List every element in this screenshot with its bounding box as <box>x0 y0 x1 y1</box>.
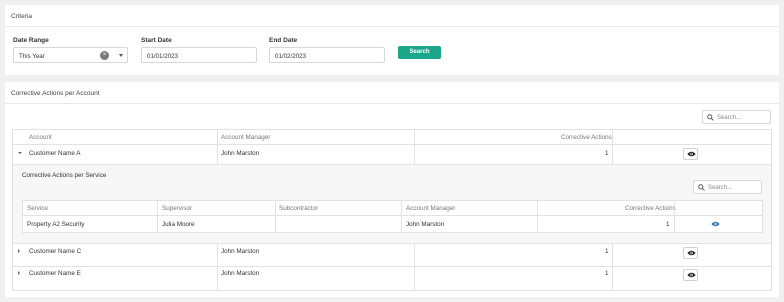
view-button[interactable] <box>683 247 698 259</box>
end-date-input[interactable]: 01/02/2023 <box>269 47 385 63</box>
caret-right-icon[interactable] <box>18 271 20 275</box>
service-account-manager: John Marston <box>406 221 445 228</box>
criteria-title: Criteria <box>11 13 32 20</box>
col-header-corrective-actions: Corrective Actions <box>561 134 612 141</box>
col-header-account-manager: Account Manager <box>406 205 456 212</box>
row-account-manager: John Marston <box>221 270 260 277</box>
start-date-value: 01/01/2023 <box>147 53 178 60</box>
col-header-service: Service <box>27 205 48 212</box>
start-date-label: Start Date <box>141 37 172 44</box>
services-table: Service Supervisor Subcontractor Account… <box>22 200 763 233</box>
caret-down-icon[interactable] <box>18 152 22 154</box>
row-corrective-count: 1 <box>605 248 609 255</box>
search-icon <box>698 184 705 191</box>
start-date-input[interactable]: 01/01/2023 <box>141 47 257 63</box>
end-date-label: End Date <box>269 37 298 44</box>
row-corrective-count: 1 <box>605 270 609 277</box>
eye-icon[interactable] <box>711 221 720 227</box>
col-header-account-manager: Account Manager <box>221 134 271 141</box>
row-account-manager: John Marston <box>221 150 260 157</box>
row-corrective-count: 1 <box>605 150 609 157</box>
row-account: Customer Name C <box>29 248 82 255</box>
account-search-input[interactable]: Search... <box>702 110 771 124</box>
criteria-panel: Criteria Date Range This Year × Start Da… <box>5 5 779 75</box>
service-name: Property A2 Security <box>27 221 85 228</box>
nested-title: Corrective Actions per Service <box>22 172 107 179</box>
accounts-table: Account Account Manager Corrective Actio… <box>12 129 772 291</box>
col-header-subcontractor: Subcontractor <box>279 205 319 212</box>
service-corrective-count: 1 <box>666 221 670 228</box>
capa-title: Corrective Actions per Account <box>11 90 100 97</box>
row-account-manager: John Marston <box>221 248 260 255</box>
search-placeholder: Search... <box>717 114 742 121</box>
col-header-corrective-actions: Corrective Actions <box>625 205 676 212</box>
date-range-select[interactable]: This Year × <box>13 47 128 63</box>
date-range-label: Date Range <box>13 37 49 44</box>
search-placeholder: Search... <box>708 184 733 191</box>
view-button[interactable] <box>683 148 698 160</box>
capa-header: Corrective Actions per Account <box>5 82 779 104</box>
end-date-value: 01/02/2023 <box>275 53 306 60</box>
criteria-header: Criteria <box>5 5 779 27</box>
eye-icon <box>686 151 696 157</box>
eye-icon <box>686 250 696 256</box>
view-button[interactable] <box>683 269 698 281</box>
service-supervisor: Julia Moore <box>162 221 195 228</box>
col-header-account: Account <box>29 134 52 141</box>
row-account: Customer Name A <box>29 150 81 157</box>
date-range-value: This Year <box>19 53 45 60</box>
row-account: Customer Name E <box>29 270 81 277</box>
corrective-actions-panel: Corrective Actions per Account Search...… <box>5 82 779 297</box>
nested-services-panel: Corrective Actions per Service Search...… <box>13 165 771 243</box>
col-header-supervisor: Supervisor <box>162 205 193 212</box>
clear-icon[interactable]: × <box>100 51 109 60</box>
service-search-input[interactable]: Search... <box>693 180 762 194</box>
search-button[interactable]: Search <box>398 46 441 59</box>
caret-right-icon[interactable] <box>18 249 20 253</box>
eye-icon <box>686 272 696 278</box>
search-icon <box>707 114 714 121</box>
chevron-down-icon[interactable] <box>119 54 123 57</box>
